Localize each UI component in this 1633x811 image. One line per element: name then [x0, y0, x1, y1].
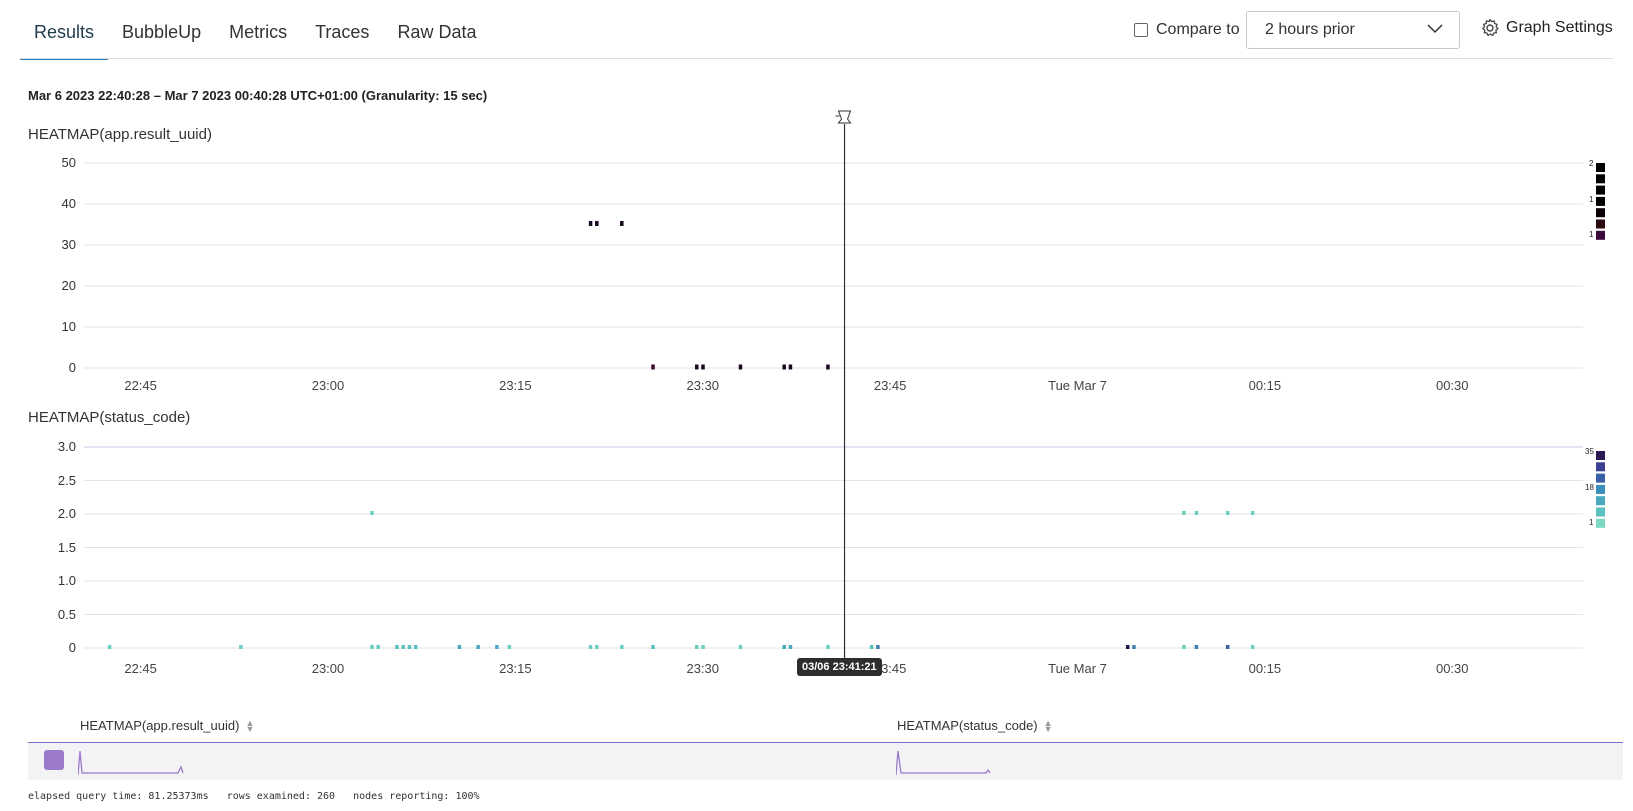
- legend-swatch: [1596, 451, 1605, 460]
- heatmap-cell[interactable]: [1225, 645, 1230, 649]
- summary-row[interactable]: [28, 742, 1623, 780]
- legend-swatch: [1596, 496, 1605, 506]
- heatmap-cell[interactable]: [595, 221, 599, 226]
- heatmap-cell[interactable]: [1225, 511, 1230, 515]
- heatmap-cell[interactable]: [457, 645, 462, 649]
- heatmap-cell[interactable]: [1250, 645, 1255, 649]
- heatmap-cell[interactable]: [239, 645, 243, 649]
- heatmap-cell[interactable]: [1194, 645, 1199, 649]
- heatmap-cell[interactable]: [1250, 511, 1255, 515]
- legend-swatch: [1596, 219, 1605, 229]
- heatmap-cell[interactable]: [876, 645, 880, 649]
- heatmap-cell[interactable]: [782, 364, 786, 370]
- heatmap-cell[interactable]: [370, 645, 374, 649]
- query-stats-footer: elapsed query time: 81.25373ms rows exam…: [28, 791, 480, 802]
- heatmap-cell[interactable]: [376, 645, 380, 649]
- heatmap-cell[interactable]: [701, 645, 705, 649]
- heatmap-cell[interactable]: [370, 511, 374, 515]
- heatmap-charts[interactable]: [0, 0, 1633, 811]
- heatmap-cell[interactable]: [782, 645, 786, 649]
- heatmap-cell[interactable]: [1125, 645, 1130, 649]
- nodes-reporting: nodes reporting: 100%: [353, 791, 480, 802]
- legend-swatch: [1596, 174, 1605, 184]
- sparkline-status-code: [896, 750, 991, 776]
- heatmap-cell[interactable]: [476, 645, 480, 649]
- legend-swatch: [1596, 518, 1605, 528]
- heatmap-cell[interactable]: [1182, 645, 1186, 649]
- heatmap-cell[interactable]: [401, 645, 405, 649]
- legend-swatch: [1596, 462, 1605, 472]
- heatmap-cell[interactable]: [1182, 511, 1186, 515]
- summary-header-label: HEATMAP(app.result_uuid): [80, 718, 240, 733]
- summary-header-result-uuid[interactable]: HEATMAP(app.result_uuid) ▲ ▼: [80, 718, 254, 733]
- heatmap-cell[interactable]: [620, 645, 624, 649]
- heatmap-cell[interactable]: [651, 364, 655, 370]
- heatmap-cell[interactable]: [620, 221, 624, 226]
- heatmap-cell[interactable]: [407, 645, 412, 649]
- heatmap-cell[interactable]: [413, 645, 418, 649]
- heatmap-cell[interactable]: [826, 364, 830, 370]
- heatmap-cell[interactable]: [651, 645, 655, 649]
- elapsed-query-time: elapsed query time: 81.25373ms: [28, 791, 209, 802]
- heatmap-cell[interactable]: [395, 645, 399, 649]
- legend-swatch: [1596, 473, 1605, 483]
- heatmap-cell[interactable]: [1194, 511, 1199, 515]
- legend-swatch: [1596, 230, 1605, 240]
- heatmap-cell[interactable]: [738, 364, 743, 370]
- heatmap-cell[interactable]: [826, 645, 830, 649]
- heatmap-cell[interactable]: [588, 645, 593, 649]
- sparkline-result-uuid: [78, 750, 184, 776]
- series-color-swatch[interactable]: [44, 750, 64, 770]
- sort-icon[interactable]: ▲ ▼: [1044, 718, 1053, 733]
- heatmap-cell[interactable]: [788, 645, 793, 649]
- legend-swatch: [1596, 507, 1605, 517]
- heatmap-cell[interactable]: [738, 645, 743, 649]
- heatmap-cell[interactable]: [1132, 645, 1136, 649]
- heatmap-cell[interactable]: [507, 645, 512, 649]
- heatmap-cell[interactable]: [695, 364, 699, 370]
- summary-header-label: HEATMAP(status_code): [897, 718, 1038, 733]
- heatmap-cell[interactable]: [595, 645, 599, 649]
- legend-swatch: [1596, 185, 1605, 195]
- summary-header-status-code[interactable]: HEATMAP(status_code) ▲ ▼: [897, 718, 1053, 733]
- legend-swatch: [1596, 208, 1605, 218]
- heatmap-cell[interactable]: [588, 221, 593, 226]
- pin-icon[interactable]: [835, 110, 852, 124]
- rows-examined: rows examined: 260: [226, 791, 336, 802]
- heatmap-cell[interactable]: [869, 645, 874, 649]
- legend-swatch: [1596, 163, 1605, 172]
- heatmap-cell[interactable]: [695, 645, 699, 649]
- heatmap-cell[interactable]: [701, 364, 705, 370]
- legend-swatch: [1596, 196, 1605, 206]
- heatmap-cell[interactable]: [788, 364, 793, 370]
- cursor-time-tooltip: 03/06 23:41:21: [797, 658, 882, 676]
- heatmap-cell[interactable]: [107, 645, 112, 649]
- legend-swatch: [1596, 484, 1605, 494]
- heatmap-cell[interactable]: [495, 645, 499, 649]
- sort-icon[interactable]: ▲ ▼: [245, 718, 254, 733]
